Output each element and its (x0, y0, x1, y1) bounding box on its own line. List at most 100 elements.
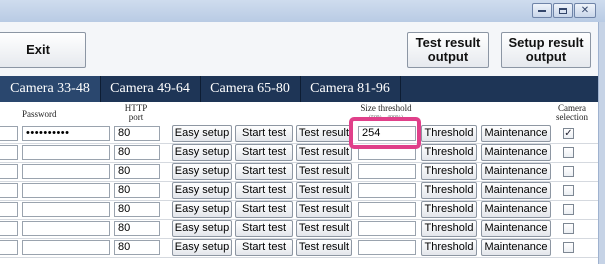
tab-camera-49-64[interactable]: Camera 49-64 (100, 76, 201, 102)
exit-button[interactable]: Exit (0, 32, 86, 68)
test-result-button[interactable]: Test result (296, 163, 352, 180)
maintenance-button[interactable]: Maintenance (481, 163, 551, 180)
start-test-button[interactable]: Start test (235, 201, 293, 218)
easy-setup-button[interactable]: Easy setup (172, 239, 232, 256)
http-port-field[interactable]: 80 (114, 221, 160, 236)
camera-tabs: Camera 33-48 Camera 49-64 Camera 65-80 C… (0, 76, 605, 102)
table-row: 80 Easy setup Start test Test result Thr… (0, 238, 605, 258)
table-row: •••••••••• 80 Easy setup Start test Test… (0, 124, 605, 144)
camera-selection-checkbox[interactable] (563, 147, 574, 158)
http-port-field[interactable]: 80 (114, 145, 160, 160)
size-threshold-field[interactable] (358, 164, 416, 179)
camera-selection-checkbox[interactable] (563, 204, 574, 215)
tab-camera-33-48[interactable]: Camera 33-48 (0, 76, 101, 102)
http-port-header: HTTP port (124, 103, 148, 122)
easy-setup-button[interactable]: Easy setup (172, 201, 232, 218)
size-threshold-label: Size threshold (360, 103, 412, 113)
http-port-field[interactable]: 80 (114, 202, 160, 217)
table-row: 80 Easy setup Start test Test result Thr… (0, 143, 605, 163)
maintenance-button[interactable]: Maintenance (481, 220, 551, 237)
size-threshold-field[interactable] (358, 183, 416, 198)
maximize-button[interactable] (553, 3, 573, 18)
easy-setup-button[interactable]: Easy setup (172, 125, 232, 142)
tab-camera-65-80[interactable]: Camera 65-80 (200, 76, 301, 102)
password-field[interactable] (22, 145, 110, 160)
easy-setup-button[interactable]: Easy setup (172, 182, 232, 199)
setup-result-output-button[interactable]: Setup result output (501, 32, 591, 68)
camera-selection-checkbox[interactable] (563, 166, 574, 177)
http-port-field[interactable]: 80 (114, 164, 160, 179)
table-row: 80 Easy setup Start test Test result Thr… (0, 219, 605, 239)
threshold-button[interactable]: Threshold (421, 182, 477, 199)
address-field[interactable] (0, 145, 18, 160)
password-field[interactable] (22, 221, 110, 236)
threshold-button[interactable]: Threshold (421, 163, 477, 180)
maximize-icon (559, 7, 567, 14)
test-result-button[interactable]: Test result (296, 239, 352, 256)
address-field[interactable] (0, 221, 18, 236)
size-threshold-field[interactable] (358, 221, 416, 236)
http-port-field[interactable]: 80 (114, 183, 160, 198)
camera-table: •••••••••• 80 Easy setup Start test Test… (0, 124, 605, 264)
test-result-output-button[interactable]: Test result output (407, 32, 489, 68)
easy-setup-button[interactable]: Easy setup (172, 163, 232, 180)
test-result-button[interactable]: Test result (296, 201, 352, 218)
threshold-button[interactable]: Threshold (421, 125, 477, 142)
size-threshold-field[interactable] (358, 240, 416, 255)
address-field[interactable] (0, 164, 18, 179)
test-result-button[interactable]: Test result (296, 182, 352, 199)
table-row: 80 Easy setup Start test Test result Thr… (0, 162, 605, 182)
address-field[interactable] (0, 183, 18, 198)
start-test-button[interactable]: Start test (235, 182, 293, 199)
maintenance-button[interactable]: Maintenance (481, 182, 551, 199)
table-row: 80 Easy setup Start test Test result Thr… (0, 200, 605, 220)
start-test-button[interactable]: Start test (235, 239, 293, 256)
start-test-button[interactable]: Start test (235, 220, 293, 237)
test-result-button[interactable]: Test result (296, 144, 352, 161)
minimize-icon (538, 10, 546, 12)
camera-selection-header: Camera selection (556, 103, 588, 122)
password-header: Password (22, 109, 57, 119)
password-field[interactable]: •••••••••• (22, 126, 110, 141)
size-threshold-range: (50% - 400%) (369, 115, 403, 121)
camera-selection-checkbox[interactable] (563, 223, 574, 234)
camera-selection-checkbox[interactable]: ✓ (563, 128, 574, 139)
minimize-button[interactable] (532, 3, 552, 18)
window-right-frame (598, 22, 605, 264)
test-result-button[interactable]: Test result (296, 220, 352, 237)
start-test-button[interactable]: Start test (235, 163, 293, 180)
size-threshold-header: Size threshold (50% - 400%) (354, 104, 418, 123)
threshold-button[interactable]: Threshold (421, 144, 477, 161)
table-header: Password HTTP port Size threshold (50% -… (0, 102, 605, 125)
size-threshold-field[interactable] (358, 145, 416, 160)
easy-setup-button[interactable]: Easy setup (172, 220, 232, 237)
size-threshold-field[interactable] (358, 202, 416, 217)
maintenance-button[interactable]: Maintenance (481, 125, 551, 142)
camera-selection-checkbox[interactable] (563, 242, 574, 253)
password-field[interactable] (22, 240, 110, 255)
threshold-button[interactable]: Threshold (421, 239, 477, 256)
easy-setup-button[interactable]: Easy setup (172, 144, 232, 161)
table-row: 80 Easy setup Start test Test result Thr… (0, 181, 605, 201)
test-result-button[interactable]: Test result (296, 125, 352, 142)
close-button[interactable]: ✕ (574, 3, 596, 18)
size-threshold-field[interactable]: 254 (358, 126, 416, 141)
password-field[interactable] (22, 164, 110, 179)
password-field[interactable] (22, 183, 110, 198)
threshold-button[interactable]: Threshold (421, 201, 477, 218)
address-field[interactable] (0, 240, 18, 255)
address-field[interactable] (0, 126, 18, 141)
tab-camera-81-96[interactable]: Camera 81-96 (300, 76, 401, 102)
maintenance-button[interactable]: Maintenance (481, 144, 551, 161)
http-port-field[interactable]: 80 (114, 240, 160, 255)
camera-selection-checkbox[interactable] (563, 185, 574, 196)
address-field[interactable] (0, 202, 18, 217)
start-test-button[interactable]: Start test (235, 125, 293, 142)
password-field[interactable] (22, 202, 110, 217)
maintenance-button[interactable]: Maintenance (481, 239, 551, 256)
close-icon: ✕ (580, 4, 590, 16)
threshold-button[interactable]: Threshold (421, 220, 477, 237)
http-port-field[interactable]: 80 (114, 126, 160, 141)
start-test-button[interactable]: Start test (235, 144, 293, 161)
maintenance-button[interactable]: Maintenance (481, 201, 551, 218)
